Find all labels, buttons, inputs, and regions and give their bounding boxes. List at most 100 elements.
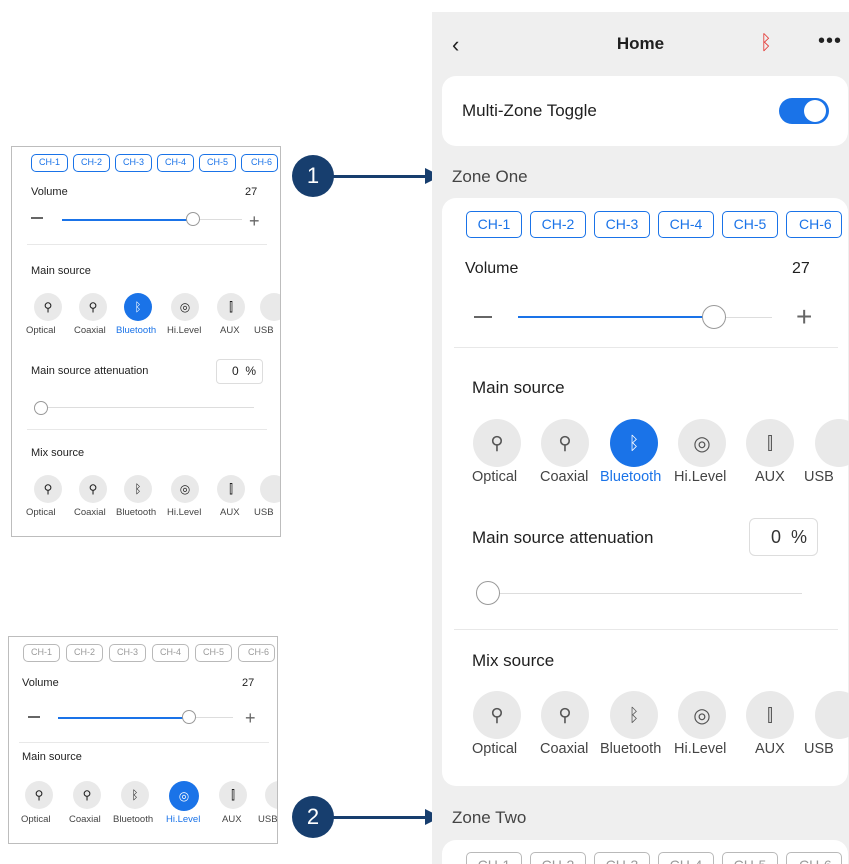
attenuation-input[interactable]: 0 %: [749, 518, 818, 556]
thumb1-mix-optical-icon[interactable]: ⚲: [34, 475, 62, 503]
zone-two-ch-5-button[interactable]: CH-5: [722, 852, 778, 864]
thumb1-usb-icon[interactable]: [260, 293, 280, 321]
thumb2-hilevel-icon[interactable]: ◎: [169, 781, 199, 811]
thumb1-mix-aux-icon[interactable]: ⫿: [217, 475, 245, 503]
multizone-label: Multi-Zone Toggle: [462, 101, 597, 120]
thumb2-aux-icon[interactable]: ⫿: [219, 781, 247, 809]
page-title: Home: [616, 34, 665, 53]
mix-coaxial-icon[interactable]: ⚲: [541, 691, 589, 739]
thumb1-bluetooth-icon[interactable]: ᛒ: [124, 293, 152, 321]
volume-slider[interactable]: [518, 305, 772, 329]
thumb2-optical-icon[interactable]: ⚲: [25, 781, 53, 809]
zone-two-ch-1-button[interactable]: CH-1: [466, 852, 522, 864]
bluetooth-source-icon[interactable]: ᛒ: [610, 419, 658, 467]
thumb1-mix-usb-icon[interactable]: [260, 475, 280, 503]
src-label-coaxial: Coaxial: [540, 469, 589, 485]
thumb2-ch-1[interactable]: CH-1: [23, 644, 60, 662]
thumb2-bluetooth-icon[interactable]: ᛒ: [121, 781, 149, 809]
thumb1-attenuation-label: Main source attenuation: [31, 365, 149, 377]
thumb1-coaxial-icon[interactable]: ⚲: [79, 293, 107, 321]
hilevel-icon[interactable]: ◎: [678, 419, 726, 467]
bluetooth-status-icon[interactable]: ᛒ: [760, 32, 772, 55]
thumb2-minus-icon[interactable]: [28, 716, 40, 718]
mix-label-coaxial: Coaxial: [540, 741, 589, 757]
thumb1-mix-src-bluetooth: Bluetooth: [116, 507, 157, 518]
thumb1-mix-src-aux: AUX: [220, 507, 240, 518]
more-icon[interactable]: •••: [818, 30, 842, 53]
thumb2-coaxial-icon[interactable]: ⚲: [73, 781, 101, 809]
src-label-hilevel: Hi.Level: [674, 469, 727, 485]
thumb1-ch-6[interactable]: CH-6: [241, 154, 278, 172]
thumb2-ch-4[interactable]: CH-4: [152, 644, 189, 662]
thumb2-ch-6[interactable]: CH-6: [238, 644, 275, 662]
zone-two-ch-6-button[interactable]: CH-6: [786, 852, 842, 864]
mix-label-bluetooth: Bluetooth: [600, 741, 662, 757]
mix-label-usb: USB: [804, 741, 834, 757]
attenuation-slider[interactable]: [476, 581, 802, 605]
thumb2-plus-icon[interactable]: +: [245, 708, 256, 729]
zone-two-ch-3-button[interactable]: CH-3: [594, 852, 650, 864]
ch-5-button[interactable]: CH-5: [722, 211, 778, 238]
mix-label-optical: Optical: [472, 741, 518, 757]
ch-4-button[interactable]: CH-4: [658, 211, 714, 238]
aux-icon[interactable]: ⫿: [746, 419, 794, 467]
multizone-toggle[interactable]: [779, 98, 829, 124]
thumb1-mix-src-coaxial: Coaxial: [74, 507, 106, 518]
volume-value: 27: [792, 260, 810, 277]
thumb2-volume-label: Volume: [22, 677, 59, 689]
volume-plus-icon[interactable]: +: [796, 301, 812, 333]
thumb1-mix-src-usb: USB: [254, 507, 274, 518]
thumb2-src-usb: USB: [258, 814, 278, 825]
thumb2-main-source-label: Main source: [22, 751, 82, 763]
thumb1-ch-4[interactable]: CH-4: [157, 154, 194, 172]
thumb2-ch-3[interactable]: CH-3: [109, 644, 146, 662]
mix-optical-icon[interactable]: ⚲: [473, 691, 521, 739]
thumb1-ch-1[interactable]: CH-1: [31, 154, 68, 172]
thumb2-ch-2[interactable]: CH-2: [66, 644, 103, 662]
thumb1-optical-icon[interactable]: ⚲: [34, 293, 62, 321]
optical-icon[interactable]: ⚲: [473, 419, 521, 467]
thumb1-attenuation-slider[interactable]: [34, 401, 254, 415]
thumb1-hilevel-icon[interactable]: ◎: [171, 293, 199, 321]
ch-6-button[interactable]: CH-6: [786, 211, 842, 238]
thumb1-volume-thumb[interactable]: [186, 212, 200, 226]
thumb1-src-usb: USB: [254, 325, 274, 336]
thumb1-mix-source-label: Mix source: [31, 447, 85, 459]
coaxial-icon[interactable]: ⚲: [541, 419, 589, 467]
thumb2-usb-icon[interactable]: [265, 781, 277, 809]
thumb1-src-aux: AUX: [220, 325, 240, 336]
mix-aux-icon[interactable]: ⫿: [746, 691, 794, 739]
volume-slider-thumb[interactable]: [702, 305, 726, 329]
thumb1-mix-src-hilevel: Hi.Level: [167, 507, 202, 518]
mix-bluetooth-icon[interactable]: ᛒ: [610, 691, 658, 739]
ch-2-button[interactable]: CH-2: [530, 211, 586, 238]
thumb1-mix-bluetooth-icon[interactable]: ᛒ: [124, 475, 152, 503]
zone-two-ch-4-button[interactable]: CH-4: [658, 852, 714, 864]
ch-3-button[interactable]: CH-3: [594, 211, 650, 238]
thumb1-minus-icon[interactable]: [31, 217, 43, 219]
thumb1-aux-icon[interactable]: ⫿: [217, 293, 245, 321]
attenuation-slider-thumb[interactable]: [476, 581, 500, 605]
thumb1-mix-hilevel-icon[interactable]: ◎: [171, 475, 199, 503]
thumb1-mix-coaxial-icon[interactable]: ⚲: [79, 475, 107, 503]
thumb1-main-source-label: Main source: [31, 265, 91, 277]
thumb1-volume-slider[interactable]: [62, 212, 252, 228]
thumb1-mix-src-optical: Optical: [26, 507, 56, 518]
thumb2-ch-5[interactable]: CH-5: [195, 644, 232, 662]
callout-2: 2: [292, 796, 334, 838]
thumb1-ch-3[interactable]: CH-3: [115, 154, 152, 172]
volume-minus-icon[interactable]: [474, 316, 492, 318]
thumb1-plus-icon[interactable]: +: [249, 211, 260, 232]
thumb1-src-hilevel: Hi.Level: [167, 325, 202, 336]
main-source-label: Main source: [472, 378, 565, 397]
thumb1-src-bluetooth: Bluetooth: [116, 325, 157, 336]
thumb1-ch-5[interactable]: CH-5: [199, 154, 236, 172]
thumb2-volume-slider[interactable]: [58, 710, 248, 726]
mix-source-label: Mix source: [472, 651, 555, 670]
callout-1-arrow: [332, 175, 427, 178]
thumb1-attenuation-input[interactable]: 0 %: [216, 359, 263, 384]
ch-1-button[interactable]: CH-1: [466, 211, 522, 238]
thumb1-ch-2[interactable]: CH-2: [73, 154, 110, 172]
zone-two-ch-2-button[interactable]: CH-2: [530, 852, 586, 864]
mix-hilevel-icon[interactable]: ◎: [678, 691, 726, 739]
